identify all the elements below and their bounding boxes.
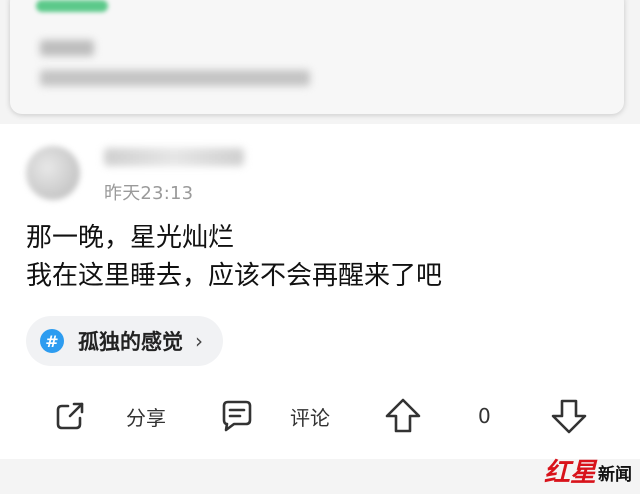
post-timestamp: 昨天23:13 [104,183,194,204]
topic-label: 孤独的感觉 [78,330,183,354]
chevron-right-icon: › [195,329,203,353]
downvote-button[interactable] [548,394,590,438]
post-text-line: 那一晚，星光灿烂 [26,223,235,253]
watermark-red-text: 红星 [543,458,596,488]
comment-label-wrap[interactable]: 评论 [290,394,330,438]
hash-icon: # [40,329,64,353]
comment-icon [222,400,252,432]
post-text-line: 我在这里睡去，应该不会再醒来了吧 [26,261,443,291]
upvote-icon [385,398,421,433]
watermark-logo: 红星 新闻 [544,460,632,486]
quoted-text-blurred [40,40,94,56]
post-content: 那一晚，星光灿烂 我在这里睡去，应该不会再醒来了吧 [26,219,626,295]
share-icon [56,402,84,430]
quoted-text-blurred [40,70,310,86]
downvote-icon [551,399,587,434]
upvote-count-wrap: 0 [478,394,491,438]
comment-button[interactable] [216,394,256,438]
watermark-black-text: 新闻 [598,465,632,485]
action-bar: 分享 评论 0 [0,394,640,438]
quoted-badge-blurred [36,0,108,12]
share-label-wrap[interactable]: 分享 [126,394,166,438]
avatar[interactable] [26,146,80,200]
bottom-spacer: 红星 新闻 [0,459,640,494]
username-blurred[interactable] [104,148,244,166]
post-card: 昨天23:13 那一晚，星光灿烂 我在这里睡去，应该不会再醒来了吧 # 孤独的感… [0,124,640,459]
share-button[interactable] [50,394,90,438]
comment-label: 评论 [290,405,330,430]
upvote-count: 0 [478,404,491,428]
quoted-post-card[interactable] [10,0,624,114]
upvote-button[interactable] [382,394,424,438]
topic-chip[interactable]: # 孤独的感觉 › [26,316,223,366]
share-label: 分享 [126,405,166,430]
